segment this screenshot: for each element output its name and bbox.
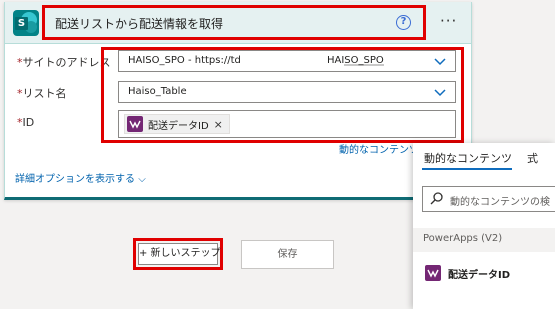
action-title[interactable]: 配送リストから配送情報を取得 xyxy=(55,15,223,32)
new-step-highlight: + 新しいステップ xyxy=(133,238,223,270)
active-tab-indicator xyxy=(422,168,512,170)
show-advanced-options-link[interactable]: 詳細オプションを表示する ⌵ xyxy=(15,170,146,185)
action-card-header[interactable]: S 配送リストから配送情報を取得 ? ··· xyxy=(5,2,471,44)
new-step-button[interactable]: + 新しいステップ xyxy=(138,243,221,265)
tab-dynamic-content[interactable]: 動的なコンテンツ xyxy=(424,150,512,166)
sharepoint-icon: S xyxy=(13,10,39,36)
section-title: PowerApps (V2) xyxy=(423,233,503,244)
powerapps-section-header[interactable]: PowerApps (V2) xyxy=(413,228,555,252)
more-options-icon[interactable]: ··· xyxy=(440,12,457,30)
dynamic-content-search[interactable]: 動的なコンテンツの検 xyxy=(422,186,555,212)
help-icon[interactable]: ? xyxy=(396,15,411,30)
save-button[interactable]: 保存 xyxy=(241,240,334,269)
add-dynamic-content-link[interactable]: 動的なコンテンツ xyxy=(339,141,419,156)
fields-highlight xyxy=(101,47,464,143)
site-address-label: *サイトのアドレス xyxy=(17,56,111,69)
search-icon xyxy=(430,192,443,205)
list-name-label: *リスト名 xyxy=(17,87,67,100)
action-card: S 配送リストから配送情報を取得 ? ··· *サイトのアドレス *リスト名 *… xyxy=(4,2,472,200)
chevron-down-icon: ⌵ xyxy=(138,174,146,185)
dynamic-content-panel: 動的なコンテンツ 式 動的なコンテンツの検 PowerApps (V2) 配送デ… xyxy=(413,143,555,309)
dynamic-content-item[interactable]: 配送データID xyxy=(425,265,510,281)
tab-expression[interactable]: 式 xyxy=(527,150,538,166)
id-label: *ID xyxy=(17,116,35,129)
dynamic-content-item-label: 配送データID xyxy=(448,269,511,281)
powerapps-icon xyxy=(425,265,441,281)
search-placeholder: 動的なコンテンツの検 xyxy=(450,197,550,208)
action-title-highlight: 配送リストから配送情報を取得 ? xyxy=(42,5,426,40)
